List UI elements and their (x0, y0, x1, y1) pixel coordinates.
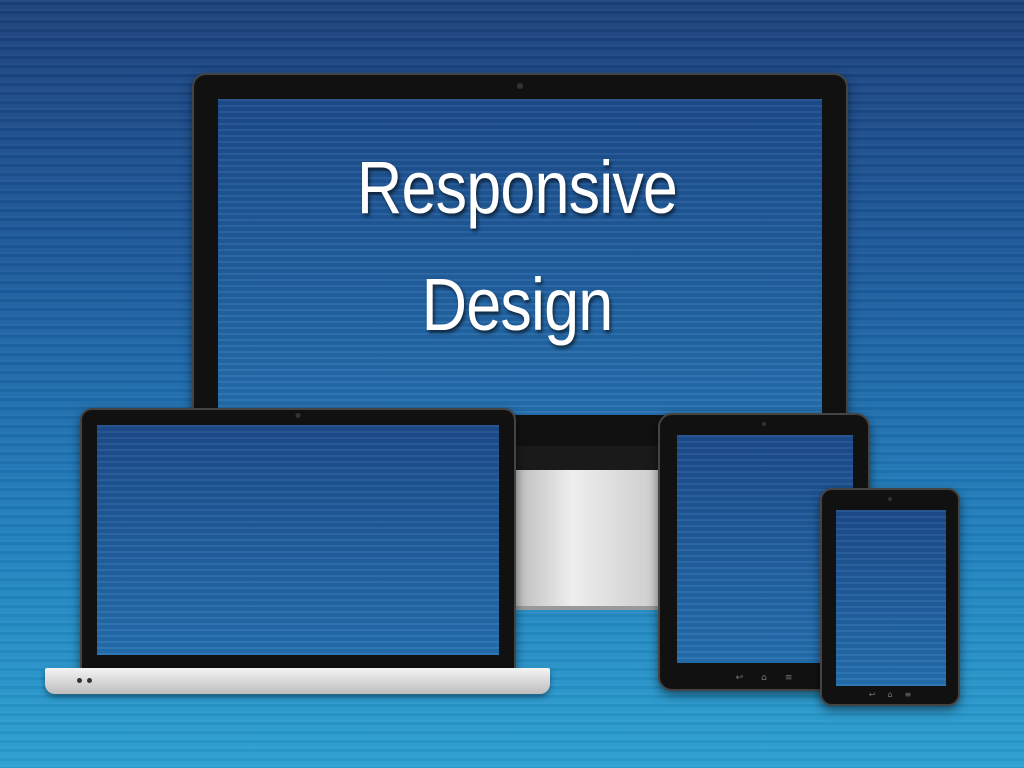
port-icon (87, 678, 92, 683)
camera-icon (888, 497, 892, 501)
menu-icon: ≡ (904, 690, 912, 699)
laptop-screen (97, 425, 499, 655)
home-icon: ⌂ (761, 673, 767, 683)
camera-icon (295, 413, 301, 418)
monitor-neck (515, 446, 658, 471)
desktop-monitor (192, 73, 848, 448)
port-icon (77, 678, 82, 683)
laptop-base (45, 668, 550, 694)
laptop (80, 408, 516, 670)
camera-icon (517, 83, 523, 89)
menu-icon: ≡ (784, 673, 793, 683)
monitor-stand (515, 470, 658, 610)
back-icon: ↩ (735, 673, 744, 683)
back-icon: ↩ (868, 690, 876, 699)
smartphone: ↩ ⌂ ≡ (820, 488, 960, 706)
home-icon: ⌂ (887, 690, 893, 699)
headline-line2: Design (421, 263, 614, 346)
headline-line1: Responsive (356, 146, 678, 229)
phone-screen (836, 510, 946, 686)
camera-icon (762, 422, 766, 426)
